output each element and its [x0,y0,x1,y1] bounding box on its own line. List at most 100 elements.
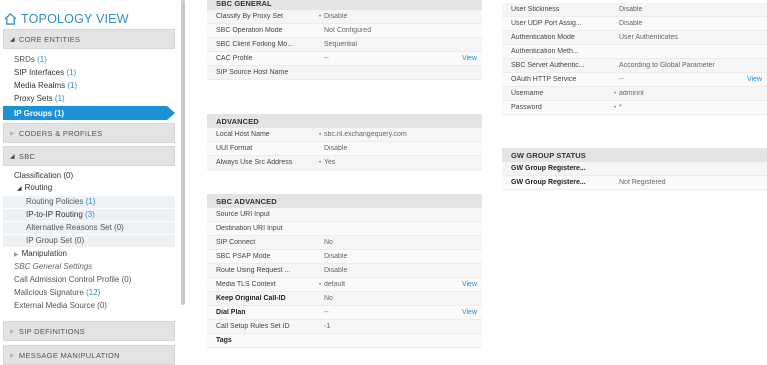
field-label: UUI Format [216,145,253,152]
nav-external-media-source[interactable]: External Media Source (0) [14,301,107,310]
view-link[interactable]: View [462,55,477,62]
field-row: Keep Original Call-ID No [207,292,482,306]
panel-sbc-advanced-rows: Source URI Input Destination URI Input SIP… [207,208,482,348]
field-label: SIP Source Host Name [216,69,289,76]
section-core-entities[interactable]: ◢ CORE ENTITIES [3,29,175,49]
topology-view-title[interactable]: TOPOLOGY VIEW [4,12,129,26]
field-value: -1 [324,323,331,330]
field-label: SBC Operation Mode [216,27,283,34]
nav-routing-policies-count: (1) [85,197,96,206]
field-label: Call Setup Rules Set ID [216,323,290,330]
field-row: UUI Format Disable [207,142,482,156]
field-label: Destination URI Input [216,225,283,232]
field-label: Always Use Src Address [216,159,293,166]
field-value: Disable [619,20,643,27]
field-row: Authentication Mode User Authenticates [502,31,767,45]
field-value: -- [324,309,329,316]
nav-routing-policies[interactable]: Routing Policies (1) [26,197,95,206]
nav-srds[interactable]: SRDs (1) [14,55,47,64]
section-sip-definitions[interactable]: ▶ SIP DEFINITIONS [3,321,175,341]
triangle-down-icon: ◢ [10,153,15,160]
panel-sbc-advanced-title: SBC ADVANCED [207,194,482,208]
field-value: * [619,104,622,111]
nav-alternative-reasons[interactable]: Alternative Reasons Set (0) [26,223,124,232]
field-value: Disable [324,267,348,274]
field-label: Tags [216,337,232,344]
nav-routing-policies-label: Routing Policies [26,197,84,206]
nav-malicious-signature[interactable]: Malicious Signature (12) [14,288,100,297]
field-row: User UDP Port Assig... Disable [502,17,767,31]
section-core-entities-label: CORE ENTITIES [18,34,81,44]
sidebar: TOPOLOGY VIEW ◢ CORE ENTITIES SRDs (1) S… [0,0,180,365]
section-codecs-profiles-label: CODERS & PROFILES [18,128,103,138]
view-link[interactable]: View [747,76,762,83]
nav-proxy-sets-count: (1) [54,94,65,103]
nav-media-realms[interactable]: Media Realms (1) [14,81,77,90]
panel-sbc-advanced: SBC ADVANCED Source URI Input Destination… [207,194,482,348]
field-label: OAuth HTTP Service [511,76,577,83]
view-link[interactable]: View [462,309,477,316]
field-value: Sequential [324,41,358,48]
nav-ip-groups[interactable]: IP Groups (1) [3,106,175,120]
field-row: Media TLS Context • default View [207,278,482,292]
modified-indicator-icon: • [318,159,322,166]
panel-authentication: User Stickiness Disable User UDP Port Assi… [502,3,767,115]
panel-sbc-general: SBC GENERAL Classify By Proxy Set • Disabl… [207,0,482,80]
nav-sbc-general-settings[interactable]: SBC General Settings [14,262,92,271]
section-sip-definitions-label: SIP DEFINITIONS [18,326,85,336]
panel-sbc-general-title: SBC GENERAL [207,0,482,10]
field-label: Route Using Request ... [216,267,291,274]
panel-authentication-rows: User Stickiness Disable User UDP Port Assi… [502,3,767,115]
field-row: SBC PSAP Mode Disable [207,250,482,264]
field-value: Not Configured [324,27,372,34]
nav-ip-groups-label: IP Groups (1) [14,108,65,118]
field-label: Media TLS Context [216,281,276,288]
panel-gw-group-status-rows: GW Group Registere... GW Group Registere.… [502,162,767,190]
field-row: CAC Profile -- View [207,52,482,66]
field-row: Tags [207,334,482,348]
field-row: Destination URI Input [207,222,482,236]
panel-gw-group-status: GW GROUP STATUS GW Group Registere... GW … [502,148,767,190]
nav-cac-profile-label: Call Admission Control Profile (0) [14,275,132,284]
section-message-manipulation[interactable]: ▶ MESSAGE MANIPULATION [3,345,175,365]
field-value: No [324,239,333,246]
field-label: Source URI Input [216,211,270,218]
view-link[interactable]: View [462,281,477,288]
field-value: Not Registered [619,179,666,186]
nav-manipulation[interactable]: ▶ Manipulation [14,249,67,258]
nav-ip-to-ip-routing[interactable]: IP-to-IP Routing (3) [26,210,95,219]
field-value: default [324,281,346,288]
field-row: SBC Operation Mode Not Configured [207,24,482,38]
panel-advanced: ADVANCED Local Host Name • sbc.nl.exchange… [207,114,482,170]
field-row: Classify By Proxy Set • Disable [207,10,482,24]
nav-ip-group-set[interactable]: IP Group Set (0) [26,236,84,245]
field-label: User UDP Port Assig... [511,20,582,27]
field-value: Disable [324,145,348,152]
field-value: Disable [619,6,643,13]
nav-ip-to-ip-count: (3) [85,210,95,219]
nav-classification[interactable]: Classification (0) [14,171,73,180]
nav-media-realms-label: Media Realms [14,81,66,90]
modified-indicator-icon: • [613,90,617,97]
field-value: Disable [324,13,348,20]
field-value: According to Global Parameter [619,62,715,69]
triangle-right-icon: ▶ [10,352,15,359]
panel-advanced-title: ADVANCED [207,114,482,128]
section-sbc[interactable]: ◢ SBC [3,146,175,166]
nav-proxy-sets[interactable]: Proxy Sets (1) [14,94,65,103]
field-label: Authentication Meth... [511,48,579,55]
home-icon [4,13,17,25]
nav-ip-group-set-label: IP Group Set (0) [26,236,85,245]
nav-sip-interfaces[interactable]: SIP Interfaces (1) [14,68,76,77]
nav-media-realms-count: (1) [67,81,78,90]
nav-cac-profile[interactable]: Call Admission Control Profile (0) [14,275,131,284]
nav-routing[interactable]: ◢ Routing [17,183,52,192]
field-label: SBC PSAP Mode [216,253,271,260]
sidebar-scrollbar[interactable] [181,0,185,305]
field-label: Username [511,90,544,97]
section-codecs-profiles[interactable]: ▶ CODERS & PROFILES [3,123,175,143]
field-value: sbc.nl.exchangequery.com [324,131,407,138]
nav-external-media-source-label: External Media Source (0) [14,301,107,310]
field-value: -- [324,55,329,62]
field-row: Dial Plan -- View [207,306,482,320]
